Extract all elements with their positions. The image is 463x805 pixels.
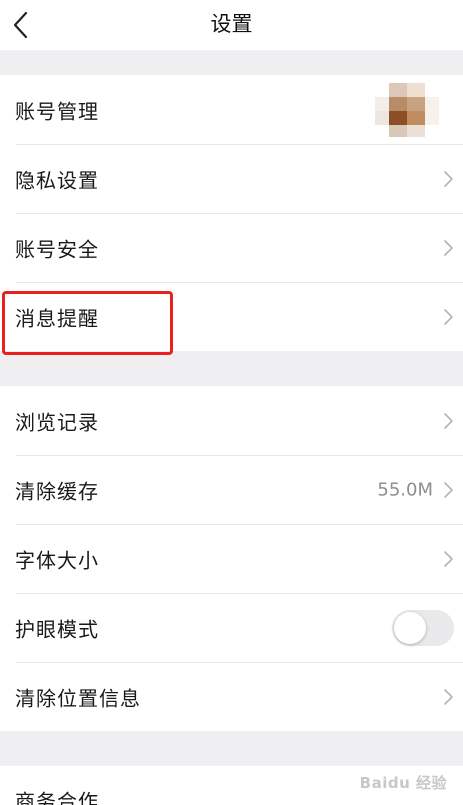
chevron-right-icon	[444, 481, 453, 498]
toggle-knob	[394, 611, 426, 644]
eye-care-toggle[interactable]	[392, 609, 454, 646]
settings-item-history[interactable]: 浏览记录	[0, 386, 463, 455]
settings-item-eye-care-mode: 护眼模式	[0, 593, 463, 662]
settings-item-label: 账号安全	[15, 237, 99, 261]
settings-screen: 设置 账号管理 隐私设置 账号安全 消息提醒 浏览记录 清除缓存 55.0M 字…	[0, 0, 463, 805]
watermark: Baidu 经验	[359, 774, 447, 792]
settings-item-privacy[interactable]: 隐私设置	[0, 144, 463, 213]
chevron-right-icon	[444, 688, 453, 705]
settings-item-clear-location[interactable]: 清除位置信息	[0, 662, 463, 731]
highlight-annotation	[2, 291, 173, 355]
settings-item-account-management[interactable]: 账号管理	[0, 75, 463, 144]
page-title: 设置	[210, 12, 253, 36]
avatar	[375, 82, 443, 137]
settings-item-label: 隐私设置	[15, 168, 99, 192]
settings-item-label: 字体大小	[15, 548, 99, 572]
settings-item-clear-cache[interactable]: 清除缓存 55.0M	[0, 455, 463, 524]
settings-item-label: 浏览记录	[15, 410, 99, 434]
chevron-right-icon	[444, 170, 453, 187]
settings-item-account-security[interactable]: 账号安全	[0, 213, 463, 282]
nav-bar: 设置	[0, 0, 463, 50]
chevron-right-icon	[444, 412, 453, 429]
settings-item-label: 清除位置信息	[15, 686, 141, 710]
settings-item-font-size[interactable]: 字体大小	[0, 524, 463, 593]
cache-size-value: 55.0M	[377, 479, 433, 500]
chevron-right-icon	[444, 550, 453, 567]
settings-group-general: 浏览记录 清除缓存 55.0M 字体大小 护眼模式 清除位置信息	[0, 386, 463, 731]
settings-item-label: 护眼模式	[15, 617, 99, 641]
chevron-right-icon	[444, 308, 453, 325]
settings-item-label: 清除缓存	[15, 479, 99, 503]
settings-item-label: 账号管理	[15, 99, 99, 123]
settings-item-label: 商务合作	[15, 789, 99, 805]
chevron-right-icon	[444, 239, 453, 256]
